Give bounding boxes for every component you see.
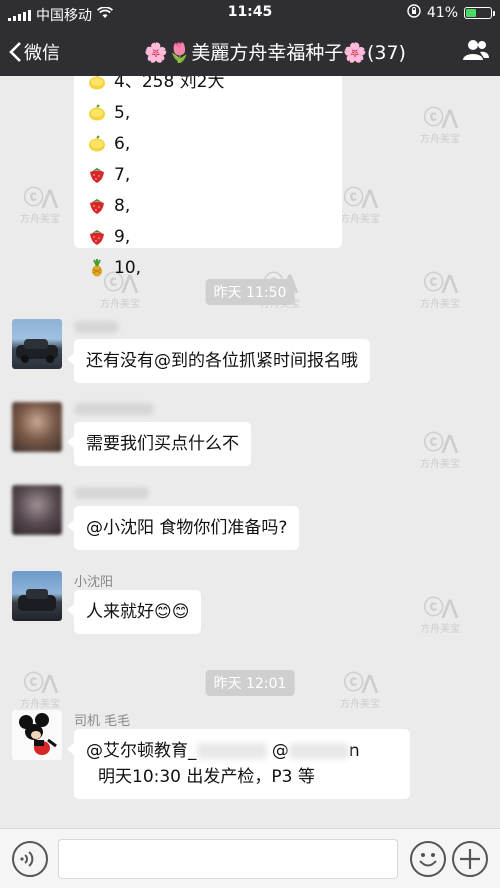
mickey-mouse-icon [19, 713, 57, 755]
status-right: 41% [407, 4, 495, 22]
watermark: ⓒ⋀方舟美宝 [20, 670, 60, 710]
watermark: ⓒ⋀方舟美宝 [420, 595, 460, 635]
list-item-text: 7, [114, 164, 131, 185]
lemon-icon [88, 134, 106, 153]
avatar[interactable] [12, 710, 62, 760]
plus-icon [460, 849, 480, 869]
message-text: n [348, 741, 360, 761]
more-button[interactable] [452, 841, 488, 877]
list-item: 7, [88, 159, 328, 190]
lemon-icon [88, 76, 106, 91]
list-item-text: 8, [114, 195, 131, 216]
smiley-icon [419, 853, 437, 867]
list-item-text: 5, [114, 102, 131, 123]
watermark: ⓒ⋀方舟美宝 [340, 670, 380, 710]
message-line-2: 明天10:30 出发产检，P3 等 [86, 764, 398, 790]
voice-icon [20, 851, 34, 867]
chat-title: 🌸🌷美麗方舟幸福种子🌸(37) [144, 42, 406, 64]
sender-name-blurred [74, 403, 154, 415]
strawberry-icon [88, 197, 106, 215]
sender-name-blurred [74, 487, 149, 499]
strawberry-icon [88, 228, 106, 246]
message-bubble[interactable]: 需要我们买点什么不 [67, 422, 251, 466]
watermark: ⓒ⋀方舟美宝 [420, 270, 460, 310]
status-bar: 中国移动 11:45 41% [0, 0, 500, 26]
list-item: 8, [88, 190, 328, 221]
redacted-text [288, 743, 349, 759]
message-text: 需要我们买点什么不 [86, 434, 239, 454]
group-info-button[interactable] [462, 38, 490, 66]
list-message-bubble[interactable]: 4、258 刘2大 5, 6, 7, 8, 9, 10, [74, 76, 342, 278]
strawberry-icon [88, 166, 106, 184]
message-text: 明天10:30 出发产检，P3 等 [98, 767, 315, 787]
emoji-button[interactable] [410, 841, 446, 877]
back-label: 微信 [24, 43, 60, 64]
lemon-icon [88, 103, 106, 122]
avatar[interactable] [12, 485, 62, 535]
numbered-list: 4、258 刘2大 5, 6, 7, 8, 9, 10, [88, 76, 328, 283]
avatar[interactable] [12, 402, 62, 452]
avatar[interactable] [12, 571, 62, 621]
message-bubble[interactable]: @小沈阳 食物你们准备吗? [66, 506, 300, 550]
group-people-icon [463, 40, 489, 60]
sender-name: 小沈阳 [74, 575, 114, 590]
message-text: 人来就好😊😊 [86, 602, 190, 622]
list-item: 9, [88, 221, 328, 252]
list-item-text: 6, [114, 133, 131, 154]
chat-area[interactable]: ⓒ⋀ 方舟美宝 ⓒ⋀ 方舟美宝 ⓒ⋀ 方舟美宝 ⓒ⋀ 方舟美宝 ⓒ⋀ 方舟美宝 ⓒ⋀ 方舟美… [0, 76, 500, 828]
sender-name: 司机 毛毛 [74, 714, 131, 729]
message-text: 还有没有@到的各位抓紧时间报名哦 [86, 351, 358, 371]
message-text: @ [271, 741, 289, 761]
message-text: @艾尔顿教育_ [86, 741, 197, 761]
chevron-left-icon [9, 42, 21, 62]
watermark: ⓒ⋀方舟美宝 [420, 105, 460, 145]
orientation-lock-icon [407, 4, 421, 22]
message-line-1: @艾尔顿教育_ @ n [86, 738, 398, 764]
timestamp: 昨天 11:50 [205, 279, 295, 305]
timestamp: 昨天 12:01 [205, 670, 295, 696]
list-item: 4、258 刘2大 [88, 76, 328, 97]
list-item-text: 10, [114, 257, 142, 278]
message-bubble[interactable]: 人来就好😊😊 [66, 590, 202, 634]
message-text: @小沈阳 食物你们准备吗? [86, 518, 288, 538]
message-input[interactable] [58, 839, 398, 879]
list-item: 6, [88, 128, 328, 159]
message-bubble[interactable]: @艾尔顿教育_ @ n 明天10:30 出发产检，P3 等 [67, 729, 410, 799]
input-bar [0, 828, 500, 888]
back-button[interactable]: 微信 [8, 39, 60, 65]
watermark: ⓒ⋀方舟美宝 [420, 430, 460, 470]
message-bubble[interactable]: 还有没有@到的各位抓紧时间报名哦 [67, 339, 370, 383]
watermark: ⓒ⋀方舟美宝 [20, 185, 60, 225]
sender-name-blurred [74, 321, 119, 333]
list-item-text: 9, [114, 226, 131, 247]
battery-percent: 41% [426, 5, 458, 21]
pineapple-icon [88, 258, 106, 277]
battery-icon [464, 7, 495, 19]
avatar[interactable] [12, 319, 62, 369]
voice-button[interactable] [12, 841, 48, 877]
nav-bar: 微信 🌸🌷美麗方舟幸福种子🌸(37) [0, 26, 500, 76]
list-item-text: 4、258 刘2大 [114, 76, 225, 92]
redacted-text [196, 743, 267, 759]
list-item: 5, [88, 97, 328, 128]
